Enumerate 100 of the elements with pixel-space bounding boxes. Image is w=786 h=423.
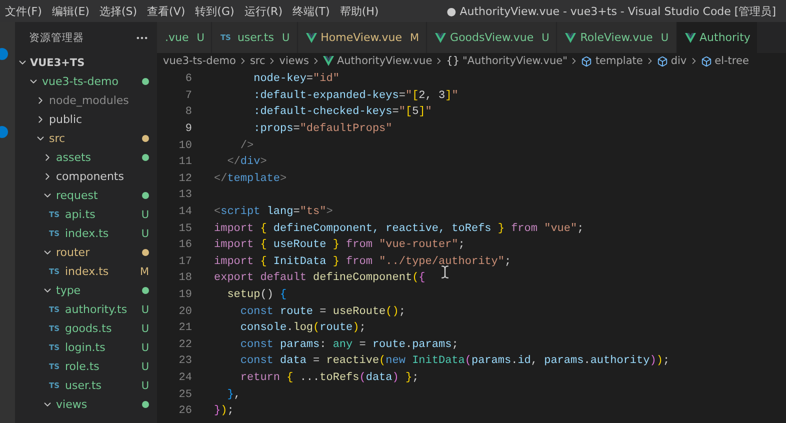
editor-tab[interactable]: .vue U [157, 22, 212, 53]
breadcrumb-item[interactable]: vue3-ts-demo [163, 55, 236, 67]
code-line: export default defineComponent({ [214, 272, 426, 284]
item-label: index.ts [65, 227, 110, 240]
tab-label: HomeView.vue [320, 31, 402, 44]
code-line: }, [226, 388, 240, 401]
line-number: 8 [184, 106, 192, 118]
line-number: 19 [178, 289, 192, 302]
code-line: node-key="id" [252, 73, 340, 86]
git-status: U [660, 32, 669, 44]
tab-label: .vue [165, 31, 189, 44]
code-line: :default-checked-keys="[5]" [252, 106, 432, 118]
line-number: 9 [184, 123, 192, 136]
folder-item[interactable]: components [15, 167, 157, 186]
folder-item[interactable]: type [15, 281, 157, 300]
item-label: request [56, 189, 99, 202]
menu-item[interactable]: 运行(R) [239, 4, 288, 18]
menu-item[interactable]: 终端(T) [288, 4, 335, 18]
item-label: login.ts [65, 341, 106, 354]
line-number: 12 [178, 172, 192, 185]
cube-icon [581, 56, 592, 66]
item-label: router [56, 246, 91, 259]
item-label: node_modules [49, 94, 130, 107]
code-line: :props="defaultProps" [252, 123, 392, 136]
item-label: public [49, 113, 84, 126]
menu-item[interactable]: 编辑(E) [46, 4, 94, 18]
workspace-section[interactable]: VUE3+TS [15, 53, 157, 72]
folder-item[interactable]: request [15, 186, 157, 205]
line-number: 22 [178, 338, 192, 351]
git-status: U [141, 322, 149, 334]
breadcrumb-item[interactable]: {} "AuthorityView.vue" [446, 55, 568, 67]
breadcrumb-item[interactable]: template [581, 55, 643, 67]
section-title: VUE3+TS [30, 56, 85, 68]
folder-item[interactable]: public [15, 110, 157, 129]
folder-item[interactable]: vue3-ts-demo [15, 72, 157, 91]
folder-item[interactable]: assets [15, 148, 157, 167]
line-number: 11 [178, 156, 192, 168]
vue-file-icon [322, 56, 334, 66]
code-line: <script lang="ts"> [214, 206, 333, 218]
code-line: console.log(route); [239, 322, 366, 334]
menu-item[interactable]: 转到(G) [190, 4, 240, 18]
item-label: index.ts [65, 265, 110, 278]
vue-file-icon [684, 32, 696, 42]
git-status: U [141, 304, 149, 316]
git-status: M [140, 266, 149, 278]
code-line: import { useRoute } from "vue-router"; [214, 239, 465, 252]
line-number: 24 [178, 372, 192, 384]
line-number: 13 [178, 189, 192, 202]
vue-file-icon [565, 32, 576, 42]
line-number: 14 [178, 206, 192, 218]
git-status: U [141, 228, 149, 240]
item-label: components [56, 170, 125, 183]
code-line: import { InitData } from "../type/authority"; [214, 256, 512, 268]
line-number: 17 [178, 256, 192, 268]
line-number: 20 [178, 306, 192, 318]
folder-item[interactable]: router [15, 243, 157, 262]
line-number: 26 [178, 405, 192, 418]
editor-tab[interactable]: RoleView.vue U [557, 22, 677, 53]
line-number: 18 [178, 272, 192, 284]
tab-label: Authority [700, 31, 750, 44]
sidebar-title: 资源管理器 [29, 30, 84, 44]
code-line: </template> [214, 172, 287, 185]
code-line: const params: any = route.params; [239, 338, 458, 351]
code-line: return { ...toRefs(data) }; [239, 372, 419, 384]
code-line: }); [214, 405, 234, 418]
folder-item[interactable]: views [15, 395, 157, 414]
breadcrumb-item[interactable]: div [656, 55, 687, 67]
folder-item[interactable]: node_modules [15, 91, 157, 110]
tab-label: RoleView.vue [580, 31, 653, 44]
item-label: user.ts [65, 379, 103, 392]
menu-item[interactable]: 选择(S) [94, 4, 142, 18]
item-label: assets [56, 151, 92, 164]
breadcrumb-item[interactable]: el-tree [700, 55, 749, 67]
item-label: authority.ts [65, 303, 128, 316]
breadcrumb-item[interactable]: views [279, 55, 309, 67]
folder-item[interactable]: src [15, 129, 157, 148]
git-status: U [542, 32, 550, 44]
vue-file-icon [435, 32, 446, 42]
breadcrumb-item[interactable]: AuthorityView.vue [322, 55, 432, 67]
window-title: ● AuthorityView.vue - vue3+ts - Visual Studio Code [管理员] [446, 4, 776, 18]
line-number: 10 [178, 140, 192, 152]
editor-tab[interactable]: Authority [676, 22, 758, 53]
menu-item[interactable]: 查看(V) [142, 4, 190, 18]
editor-tab[interactable]: GoodsView.vue U [427, 22, 558, 53]
editor-tab[interactable]: HomeView.vue M [298, 22, 428, 53]
code-line: import { defineComponent, reactive, toRefs } from "vue"; [214, 222, 584, 235]
code-line: /> [239, 140, 254, 152]
item-label: vue3-ts-demo [42, 75, 120, 88]
line-number: 7 [184, 90, 192, 102]
tab-label: user.ts [237, 31, 274, 44]
item-label: views [56, 398, 88, 411]
git-status: U [141, 360, 149, 372]
menu-item[interactable]: 帮助(H) [334, 4, 384, 18]
breadcrumb-item[interactable]: src [250, 55, 266, 67]
git-status: U [141, 208, 149, 220]
tab-label: GoodsView.vue [450, 31, 534, 44]
item-label: api.ts [65, 208, 96, 221]
braces-icon: {} [446, 55, 460, 67]
item-label: src [49, 132, 66, 145]
menu-item[interactable]: 文件(F) [0, 4, 47, 18]
